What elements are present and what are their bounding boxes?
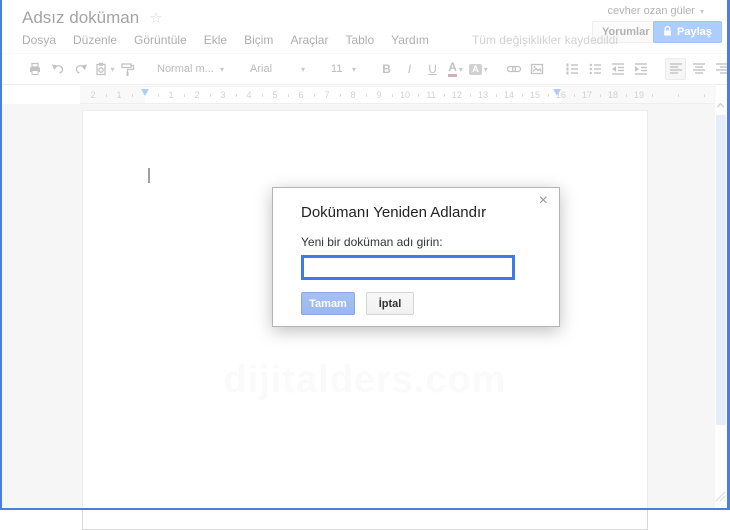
window-frame bbox=[0, 0, 2, 510]
rename-dialog: × Dokümanı Yeniden Adlandır Yeni bir dok… bbox=[272, 187, 560, 327]
cancel-button[interactable]: İptal bbox=[366, 292, 414, 315]
dialog-label: Yeni bir doküman adı girin: bbox=[301, 235, 443, 249]
google-docs-window: { "header": { "title": "Adsız doküman", … bbox=[0, 0, 730, 530]
dialog-title: Dokümanı Yeniden Adlandır bbox=[301, 204, 487, 221]
ok-button[interactable]: Tamam bbox=[301, 292, 355, 315]
close-icon[interactable]: × bbox=[539, 193, 548, 209]
document-name-input[interactable] bbox=[301, 255, 515, 280]
